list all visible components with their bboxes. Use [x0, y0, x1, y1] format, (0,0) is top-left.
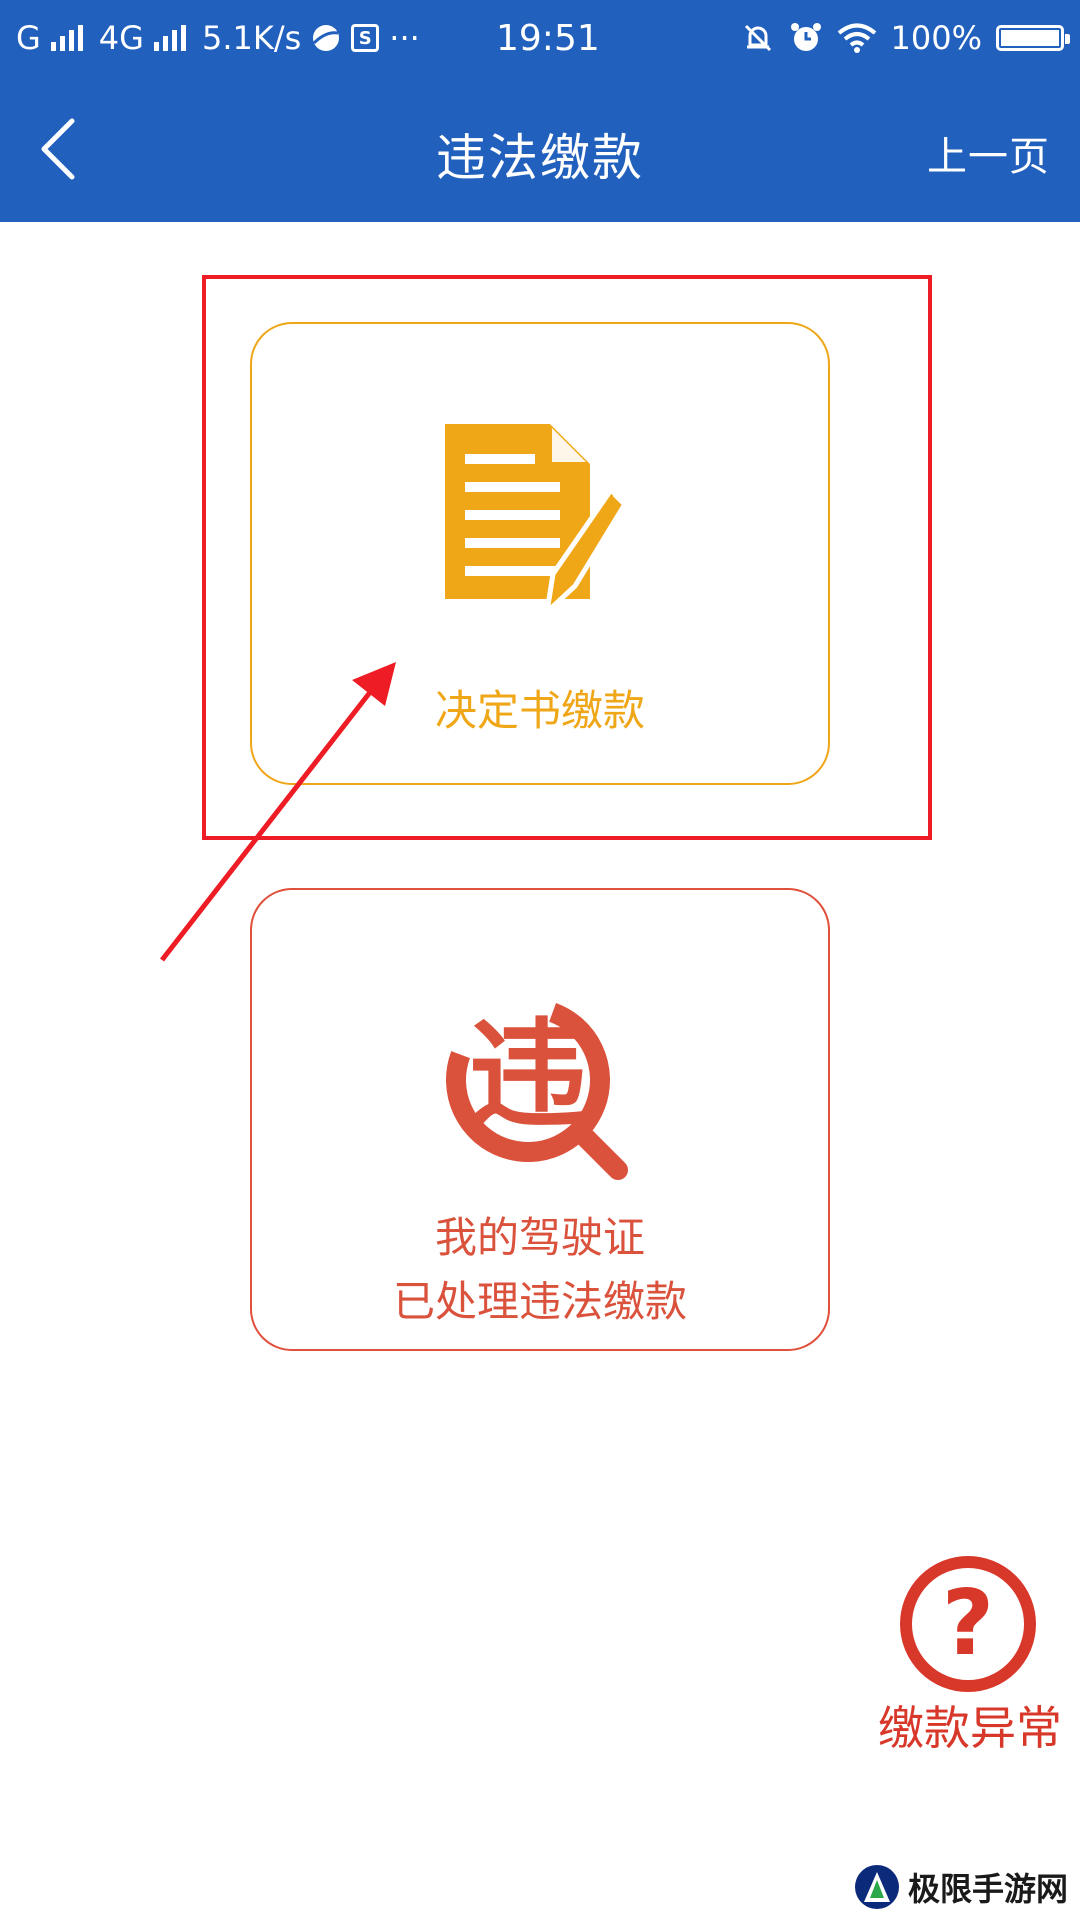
status-right: 100% [741, 19, 1070, 57]
browser-icon [311, 23, 341, 53]
navigation-bar: 违法缴款 上一页 [0, 76, 1080, 222]
battery-icon [996, 25, 1070, 51]
license-violation-payment-card[interactable]: 违 我的驾驶证 已处理违法缴款 [250, 888, 830, 1351]
payment-exception-button[interactable]: ? 缴款异常 [870, 1554, 1070, 1764]
alarm-icon [789, 21, 823, 55]
question-glyph: ? [942, 1571, 994, 1676]
network-speed: 5.1K/s [201, 19, 302, 57]
watermark-logo-icon [854, 1865, 899, 1909]
violation-glyph: 违 [469, 1006, 587, 1144]
question-circle-icon: ? [900, 1556, 1036, 1692]
watermark-text: 极限手游网 [907, 1870, 1068, 1908]
payment-exception-label: 缴款异常 [878, 1701, 1062, 1755]
decision-payment-label: 决定书缴款 [434, 686, 645, 735]
carrier-2-label: 4G [98, 19, 144, 57]
more-notifications-icon: ··· [389, 19, 420, 57]
status-bar: G 4G 5.1K/s S ··· 19:51 100% [0, 0, 1080, 76]
carrier-1-label: G [16, 19, 41, 57]
battery-percent: 100% [890, 19, 982, 57]
document-pen-icon [445, 424, 631, 619]
previous-page-button[interactable]: 上一页 [927, 124, 1050, 182]
watermark: 极限手游网 [854, 1864, 1068, 1910]
decision-payment-card[interactable]: 决定书缴款 [250, 322, 830, 785]
clock: 19:51 [496, 17, 600, 59]
sim-icon: S [351, 24, 380, 52]
license-violation-label-line1: 我的驾驶证 [434, 1213, 645, 1262]
signal-icon [50, 25, 83, 51]
license-violation-label-line2: 已处理违法缴款 [392, 1277, 687, 1326]
mute-bell-icon [741, 21, 775, 55]
wifi-icon [837, 22, 877, 54]
signal-icon-2 [153, 25, 186, 51]
violation-search-icon: 违 [446, 998, 628, 1180]
page-title: 违法缴款 [436, 129, 644, 187]
status-left: G 4G 5.1K/s S ··· [16, 19, 486, 57]
license-violation-label: 我的驾驶证 已处理违法缴款 [252, 1206, 828, 1334]
